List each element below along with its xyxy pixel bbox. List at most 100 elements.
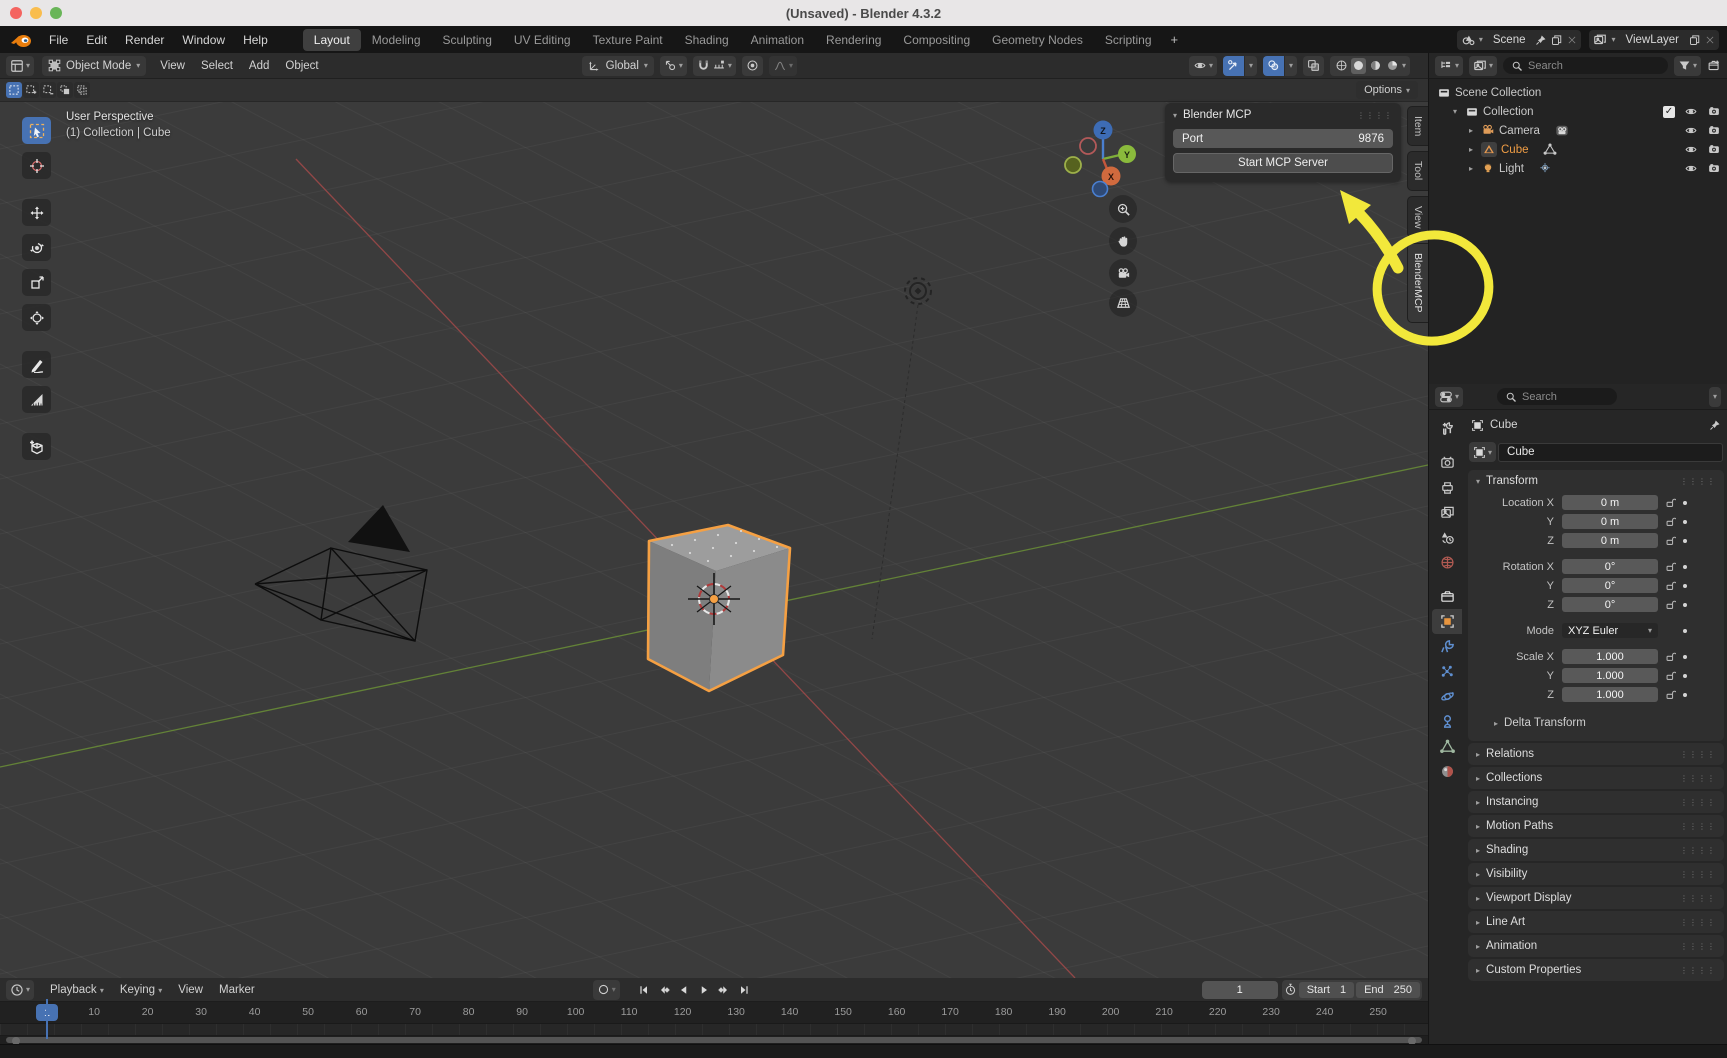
outliner-display-mode-dropdown[interactable]: ▾ [1435,56,1463,76]
panel-grip[interactable]: ⋮⋮⋮⋮ [1680,872,1716,877]
shading-solid-button[interactable] [1351,58,1366,74]
panel-grip[interactable]: ⋮⋮⋮⋮ [1680,479,1716,484]
outliner-item-label[interactable]: Cube [1501,144,1529,156]
lock-icon[interactable] [1665,651,1676,663]
xray-toggle[interactable] [1303,56,1324,76]
new-view-layer-icon[interactable] [1689,34,1701,46]
timeline-frames-area[interactable] [0,1024,1428,1036]
animate-property-dot[interactable] [1683,565,1687,569]
panel-grip[interactable]: ⋮⋮⋮⋮ [1680,896,1716,901]
unlink-scene-icon[interactable] [1567,35,1577,45]
blender-logo-icon[interactable] [10,32,32,48]
panel-grip[interactable]: ⋮⋮⋮⋮ [1680,968,1716,973]
workspace-tab-scripting[interactable]: Scripting [1094,29,1163,51]
panel-header-motion-paths[interactable]: ▸Motion Paths⋮⋮⋮⋮ [1468,815,1724,837]
lock-icon[interactable] [1665,497,1676,509]
sidebar-tab-blendermcp[interactable]: BlenderMCP [1407,243,1428,323]
animate-property-dot[interactable] [1683,501,1687,505]
transform-panel-header[interactable]: ▾ Transform ⋮⋮⋮⋮ [1468,470,1724,492]
outliner-search-input[interactable]: Search [1503,57,1668,74]
panel-header-visibility[interactable]: ▸Visibility⋮⋮⋮⋮ [1468,863,1724,885]
snap-target-dropdown[interactable]: ▾ [660,56,687,76]
hide-in-viewport-toggle[interactable] [1684,143,1698,156]
timeline-menu-marker[interactable]: Marker [211,981,263,999]
viewport-menu-object[interactable]: Object [277,57,326,75]
mode-dropdown-field[interactable]: XYZ Euler▾ [1562,623,1658,638]
expand-icon[interactable]: ▸ [1469,145,1481,154]
value-field[interactable]: 0 m [1562,495,1658,510]
annotate-tool[interactable] [22,351,51,378]
animate-property-dot[interactable] [1683,539,1687,543]
panel-grip[interactable]: ⋮⋮⋮⋮ [1680,752,1716,757]
hide-in-viewport-toggle[interactable] [1684,162,1698,175]
play-button[interactable] [695,981,713,998]
menu-render[interactable]: Render [116,30,173,50]
animate-property-dot[interactable] [1683,520,1687,524]
menu-file[interactable]: File [40,30,77,50]
workspace-tab-rendering[interactable]: Rendering [815,29,892,51]
hide-in-viewport-toggle[interactable] [1684,124,1698,137]
value-field[interactable]: 0° [1562,597,1658,612]
workspace-tab-sculpting[interactable]: Sculpting [432,29,503,51]
previous-keyframe-button[interactable] [655,981,673,998]
snap-toggle[interactable]: ▾ [693,56,736,76]
properties-tab-particles[interactable] [1432,659,1462,684]
panel-header-animation[interactable]: ▸Animation⋮⋮⋮⋮ [1468,935,1724,957]
panel-grip[interactable]: ⋮⋮⋮⋮ [1680,944,1716,949]
panel-grip[interactable]: ⋮⋮⋮⋮ [1680,848,1716,853]
lock-icon[interactable] [1665,535,1676,547]
gizmo-dropdown[interactable]: ▾ [1245,56,1257,76]
pan-view-button[interactable] [1109,227,1137,255]
outliner-item-label[interactable]: Scene Collection [1455,87,1541,99]
navigation-gizmo[interactable]: Z Y X [1055,104,1155,204]
start-frame-field[interactable]: Start 1 [1299,982,1354,998]
workspace-tab-compositing[interactable]: Compositing [892,29,981,51]
disable-in-renders-toggle[interactable] [1707,163,1721,175]
panel-header-relations[interactable]: ▸Relations⋮⋮⋮⋮ [1468,743,1724,765]
move-tool[interactable] [22,199,51,226]
properties-tab-constraints[interactable] [1432,709,1462,734]
delta-transform-panel-header[interactable]: ▸ Delta Transform [1468,713,1724,733]
value-field[interactable]: 0° [1562,578,1658,593]
outliner-editor-type-dropdown[interactable]: ▾ [1469,56,1497,76]
proportional-editing-toggle[interactable] [742,56,763,76]
lock-icon[interactable] [1665,599,1676,611]
viewport-menu-add[interactable]: Add [241,57,277,75]
properties-tab-object[interactable] [1432,609,1462,634]
outliner-row-camera[interactable]: ▸Camera [1429,121,1727,140]
transform-orientation-dropdown[interactable]: Global ▾ [582,56,654,76]
jump-to-end-button[interactable] [735,981,753,998]
transform-tool[interactable] [22,304,51,331]
object-visibility-dropdown[interactable]: ▾ [1189,56,1217,76]
select-mode-intersect-button[interactable] [74,82,90,98]
sidebar-tab-view[interactable]: View [1407,196,1428,239]
workspace-tab-texture-paint[interactable]: Texture Paint [582,29,674,51]
object-id-dropdown[interactable]: ▾ [1469,442,1496,462]
properties-tab-collection[interactable] [1432,584,1462,609]
scene-selector[interactable]: ▾ Scene [1457,30,1582,50]
properties-tab-modifiers[interactable] [1432,634,1462,659]
panel-grip[interactable]: ⋮⋮⋮⋮ [1680,824,1716,829]
disable-in-renders-toggle[interactable] [1707,144,1721,156]
overlays-dropdown[interactable]: ▾ [1285,56,1297,76]
outliner-row-collection[interactable]: ▾Collection✓ [1429,102,1727,121]
panel-grip[interactable]: ⋮⋮⋮⋮ [1357,113,1393,118]
expand-icon[interactable]: ▸ [1469,126,1481,135]
lock-icon[interactable] [1665,561,1676,573]
mcp-port-field[interactable]: Port 9876 [1173,129,1393,148]
shading-wireframe-button[interactable] [1334,58,1349,74]
show-overlays-toggle[interactable] [1263,56,1284,76]
cube-object[interactable] [648,525,790,691]
editor-type-selector[interactable]: ▾ [6,56,34,76]
outliner-item-label[interactable]: Collection [1483,106,1534,118]
properties-tab-render[interactable] [1432,450,1462,475]
workspace-tab-layout[interactable]: Layout [303,29,361,51]
camera-view-button[interactable] [1109,259,1137,287]
value-field[interactable]: 1.000 [1562,668,1658,683]
disable-in-renders-toggle[interactable] [1707,125,1721,137]
hide-in-viewport-toggle[interactable] [1684,105,1698,118]
properties-tab-view-layer[interactable] [1432,500,1462,525]
workspace-tab-animation[interactable]: Animation [740,29,815,51]
add-cube-tool[interactable] [22,433,51,460]
play-reverse-button[interactable] [675,981,693,998]
